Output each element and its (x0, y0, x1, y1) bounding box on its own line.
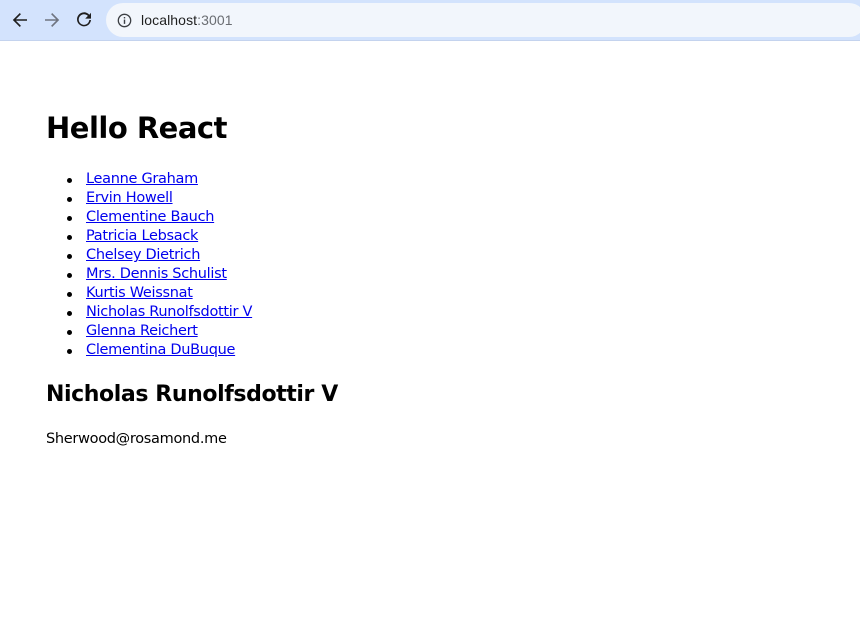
user-link[interactable]: Mrs. Dennis Schulist (86, 266, 227, 282)
user-link[interactable]: Chelsey Dietrich (86, 247, 200, 263)
list-item: Chelsey Dietrich (46, 246, 252, 265)
list-item: Kurtis Weissnat (46, 284, 252, 303)
user-list: Leanne Graham Ervin Howell Clementine Ba… (46, 170, 252, 360)
list-item: Clementine Bauch (46, 208, 252, 227)
selected-user-email: Sherwood@rosamond.me (46, 431, 227, 447)
list-item: Ervin Howell (46, 189, 252, 208)
info-icon[interactable] (116, 12, 132, 28)
forward-button[interactable] (38, 6, 66, 34)
arrow-right-icon (43, 11, 61, 29)
back-button[interactable] (6, 6, 34, 34)
user-link[interactable]: Clementine Bauch (86, 209, 214, 225)
list-item: Patricia Lebsack (46, 227, 252, 246)
reload-icon (75, 11, 93, 29)
selected-user-name: Nicholas Runolfsdottir V (46, 382, 338, 407)
page-title: Hello React (46, 111, 227, 145)
user-link[interactable]: Ervin Howell (86, 190, 173, 206)
list-item: Leanne Graham (46, 170, 252, 189)
user-link[interactable]: Leanne Graham (86, 171, 198, 187)
list-item: Mrs. Dennis Schulist (46, 265, 252, 284)
list-item: Clementina DuBuque (46, 341, 252, 360)
url-port: :3001 (197, 12, 233, 28)
list-item: Glenna Reichert (46, 322, 252, 341)
user-link[interactable]: Patricia Lebsack (86, 228, 198, 244)
url-host: localhost (141, 12, 198, 28)
address-bar[interactable]: localhost:3001 (106, 3, 860, 37)
url-text: localhost:3001 (141, 12, 233, 28)
arrow-left-icon (11, 11, 29, 29)
browser-toolbar: localhost:3001 (0, 0, 860, 41)
user-link[interactable]: Kurtis Weissnat (86, 285, 193, 301)
list-item: Nicholas Runolfsdottir V (46, 303, 252, 322)
user-link[interactable]: Glenna Reichert (86, 323, 198, 339)
reload-button[interactable] (70, 6, 98, 34)
user-link[interactable]: Nicholas Runolfsdottir V (86, 304, 252, 320)
user-link[interactable]: Clementina DuBuque (86, 342, 235, 358)
